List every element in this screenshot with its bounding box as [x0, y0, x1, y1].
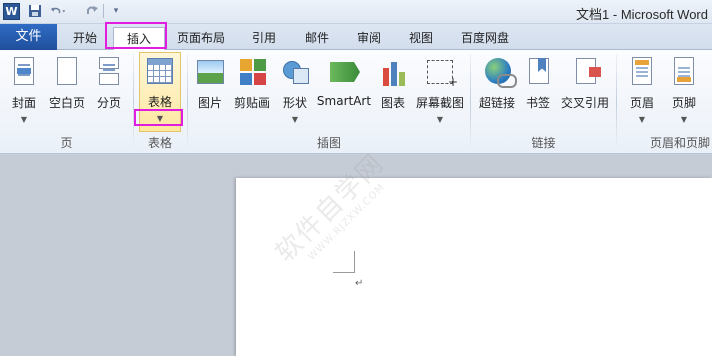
customize-qat-chevron-icon[interactable]: ▾ [108, 3, 124, 19]
globe-link-icon [481, 56, 517, 88]
screenshot-button[interactable]: 屏幕截图 ▼ [414, 54, 466, 130]
picture-button[interactable]: 图片 [192, 54, 228, 130]
tab-home[interactable]: 开始 [61, 27, 109, 50]
tab-view[interactable]: 视图 [398, 27, 444, 50]
page-break-icon [93, 56, 125, 88]
chevron-down-icon: ▼ [291, 115, 299, 124]
document-page[interactable]: 软件自学网 WWW.RJZXW.COM ↵ [236, 148, 712, 356]
group-label-illustrations: 插图 [316, 136, 341, 150]
footer-label: 页脚 [671, 96, 696, 110]
cover-page-button[interactable]: 封面 ▼ [4, 54, 44, 130]
group-label-links: 链接 [531, 136, 556, 150]
picture-label: 图片 [197, 96, 222, 110]
page-break-label: 分页 [96, 96, 121, 110]
hyperlink-button[interactable]: 超链接 [475, 54, 519, 130]
chart-button[interactable]: 图表 [375, 54, 411, 130]
table-button[interactable]: 表格 ▼ [139, 52, 181, 132]
footer-icon [668, 56, 700, 88]
tab-file[interactable]: 文件 [0, 24, 57, 50]
margin-corner-mark [333, 251, 355, 273]
ribbon-insert: 封面 ▼ 空白页 分页 页 表格 ▼ 表格 图片 剪贴画 形状 ▼ SmartA… [0, 50, 712, 154]
header-icon [626, 56, 658, 88]
blank-page-label: 空白页 [48, 96, 85, 110]
chart-label: 图表 [380, 96, 405, 110]
shapes-icon [279, 56, 311, 88]
smartart-icon [328, 56, 360, 88]
group-separator [616, 54, 617, 150]
chevron-down-icon: ▼ [638, 115, 646, 124]
cross-reference-icon [569, 56, 601, 88]
clip-art-button[interactable]: 剪贴画 [231, 54, 273, 130]
cover-page-label: 封面 [11, 96, 36, 110]
clip-art-label: 剪贴画 [233, 96, 270, 110]
cross-reference-button[interactable]: 交叉引用 [558, 54, 612, 130]
blank-page-icon [51, 56, 83, 88]
clip-art-icon [236, 56, 268, 88]
smartart-button[interactable]: SmartArt [316, 54, 372, 130]
table-icon [144, 55, 176, 87]
bookmark-button[interactable]: 书签 [521, 54, 555, 130]
chevron-down-icon: ▼ [20, 115, 28, 124]
header-button[interactable]: 页眉 ▼ [624, 54, 660, 130]
smartart-label: SmartArt [316, 94, 372, 108]
watermark-text: 软件自学网 [270, 148, 391, 269]
hyperlink-label: 超链接 [478, 96, 515, 110]
chart-icon [377, 56, 409, 88]
save-icon[interactable] [27, 3, 43, 19]
document-area[interactable]: 软件自学网 WWW.RJZXW.COM ↵ [0, 148, 712, 356]
screenshot-label: 屏幕截图 [415, 96, 464, 110]
table-label: 表格 [147, 95, 172, 109]
tab-references[interactable]: 引用 [241, 27, 287, 50]
footer-button[interactable]: 页脚 ▼ [666, 54, 702, 130]
ribbon-tabs: 文件 开始 插入 页面布局 引用 邮件 审阅 视图 百度网盘 [0, 24, 712, 51]
undo-icon[interactable] [50, 3, 66, 19]
group-label-header-footer: 页眉和页脚 [650, 136, 711, 150]
tab-review[interactable]: 审阅 [346, 27, 392, 50]
qat-separator [103, 4, 104, 18]
chevron-down-icon[interactable]: ▼ [157, 114, 163, 123]
tab-insert[interactable]: 插入 [113, 27, 165, 51]
redo-icon[interactable] [84, 3, 100, 19]
cross-reference-label: 交叉引用 [560, 96, 609, 110]
bookmark-icon [522, 56, 554, 88]
chevron-down-icon: ▼ [436, 115, 444, 124]
tab-page-layout[interactable]: 页面布局 [171, 27, 231, 50]
screenshot-icon [424, 56, 458, 89]
window-title: 文档1 - Microsoft Word [576, 7, 708, 22]
tab-mailings[interactable]: 邮件 [294, 27, 340, 50]
group-label-pages: 页 [60, 136, 73, 150]
title-bar: W ▾ 文档1 - Microsoft Word [0, 0, 712, 24]
blank-page-button[interactable]: 空白页 [45, 54, 89, 130]
tab-baidu-netdisk[interactable]: 百度网盘 [452, 27, 518, 50]
cover-page-icon [8, 56, 40, 88]
bookmark-label: 书签 [525, 96, 550, 110]
paragraph-mark: ↵ [355, 278, 364, 289]
page-break-button[interactable]: 分页 [90, 54, 128, 130]
chevron-down-icon: ▼ [680, 115, 688, 124]
picture-icon [194, 56, 226, 88]
shapes-label: 形状 [282, 96, 307, 110]
word-logo-icon[interactable]: W [3, 3, 20, 20]
group-label-tables: 表格 [147, 136, 172, 150]
shapes-button[interactable]: 形状 ▼ [278, 54, 312, 130]
header-label: 页眉 [629, 96, 654, 110]
